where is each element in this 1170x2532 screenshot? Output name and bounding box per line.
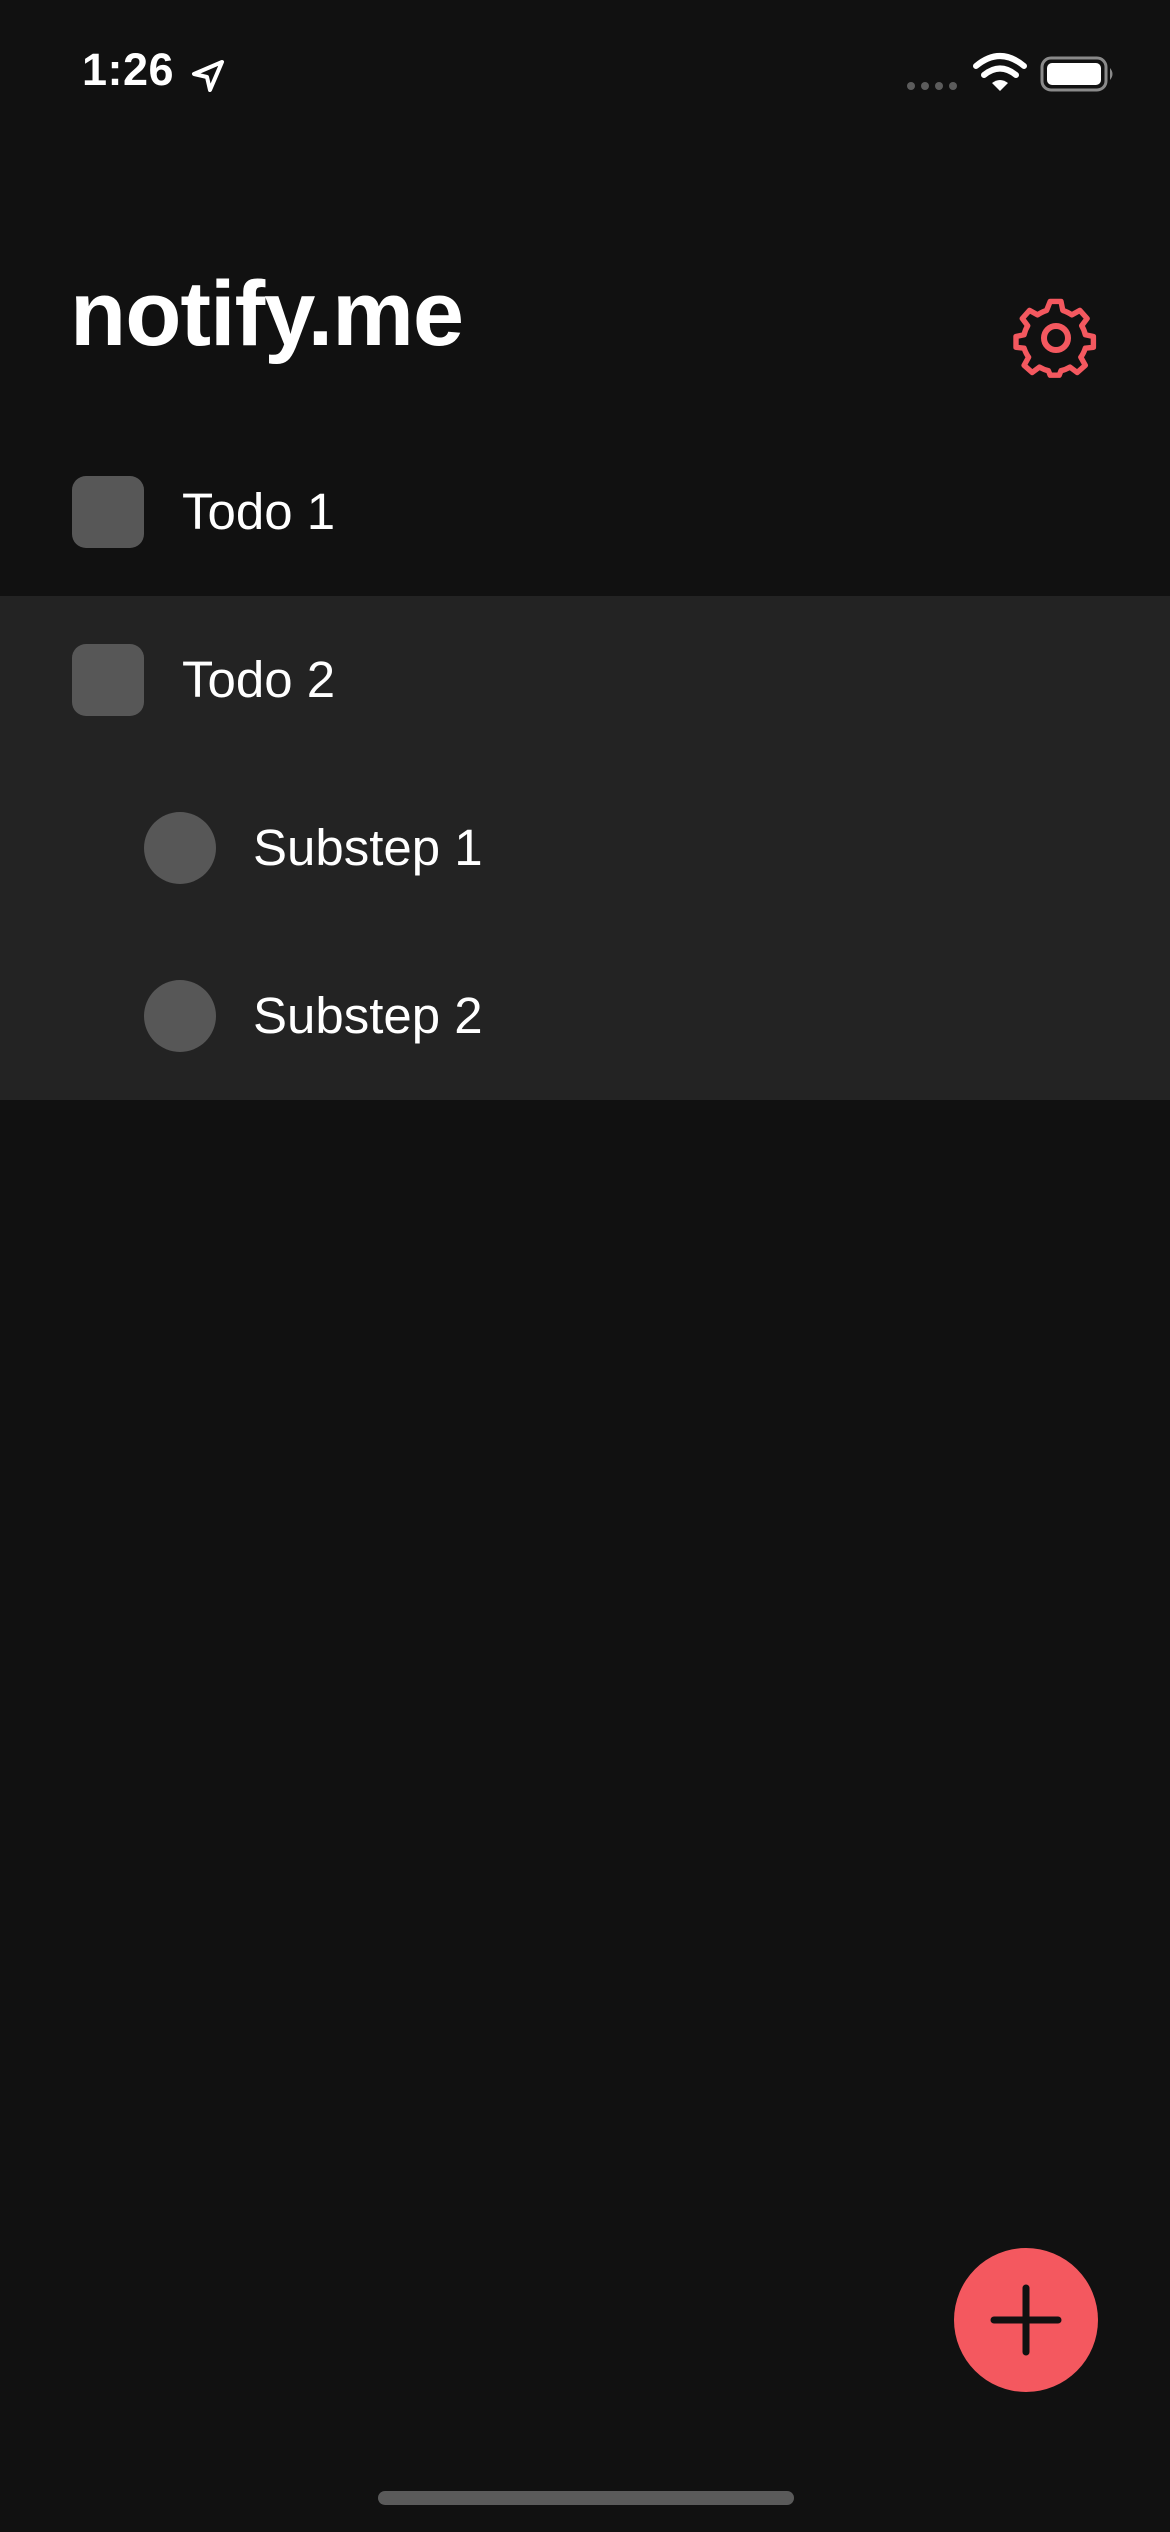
location-arrow-icon: [192, 60, 224, 92]
substep-checkbox[interactable]: [144, 980, 216, 1052]
wifi-icon: [973, 53, 1027, 91]
substep-item-1[interactable]: Substep 1: [0, 764, 1170, 932]
todo-item-2[interactable]: Todo 2: [0, 596, 1170, 764]
todo-checkbox[interactable]: [72, 476, 144, 548]
todo-item-1[interactable]: Todo 1: [0, 428, 1170, 596]
substep-checkbox[interactable]: [144, 812, 216, 884]
substep-label: Substep 1: [253, 819, 483, 876]
todo-group-selected: Todo 2 Substep 1 Substep 2: [0, 596, 1170, 1100]
todo-label: Todo 2: [182, 651, 336, 708]
cellular-signal-icon: [907, 82, 957, 90]
status-bar: 1:26: [0, 0, 1170, 140]
settings-button[interactable]: [1012, 294, 1100, 382]
substep-item-2[interactable]: Substep 2: [0, 932, 1170, 1100]
plus-icon: [990, 2284, 1062, 2356]
gear-icon: [1013, 298, 1097, 378]
todo-list: Todo 1 Todo 2 Substep 1 Substep 2: [0, 428, 1170, 1100]
status-time: 1:26: [82, 44, 175, 95]
app-title: notify.me: [70, 263, 464, 365]
todo-checkbox[interactable]: [72, 644, 144, 716]
add-todo-button[interactable]: [954, 2248, 1098, 2392]
battery-icon: [1040, 56, 1113, 92]
substep-label: Substep 2: [253, 987, 483, 1044]
home-indicator[interactable]: [378, 2491, 794, 2505]
todo-label: Todo 1: [182, 483, 336, 540]
